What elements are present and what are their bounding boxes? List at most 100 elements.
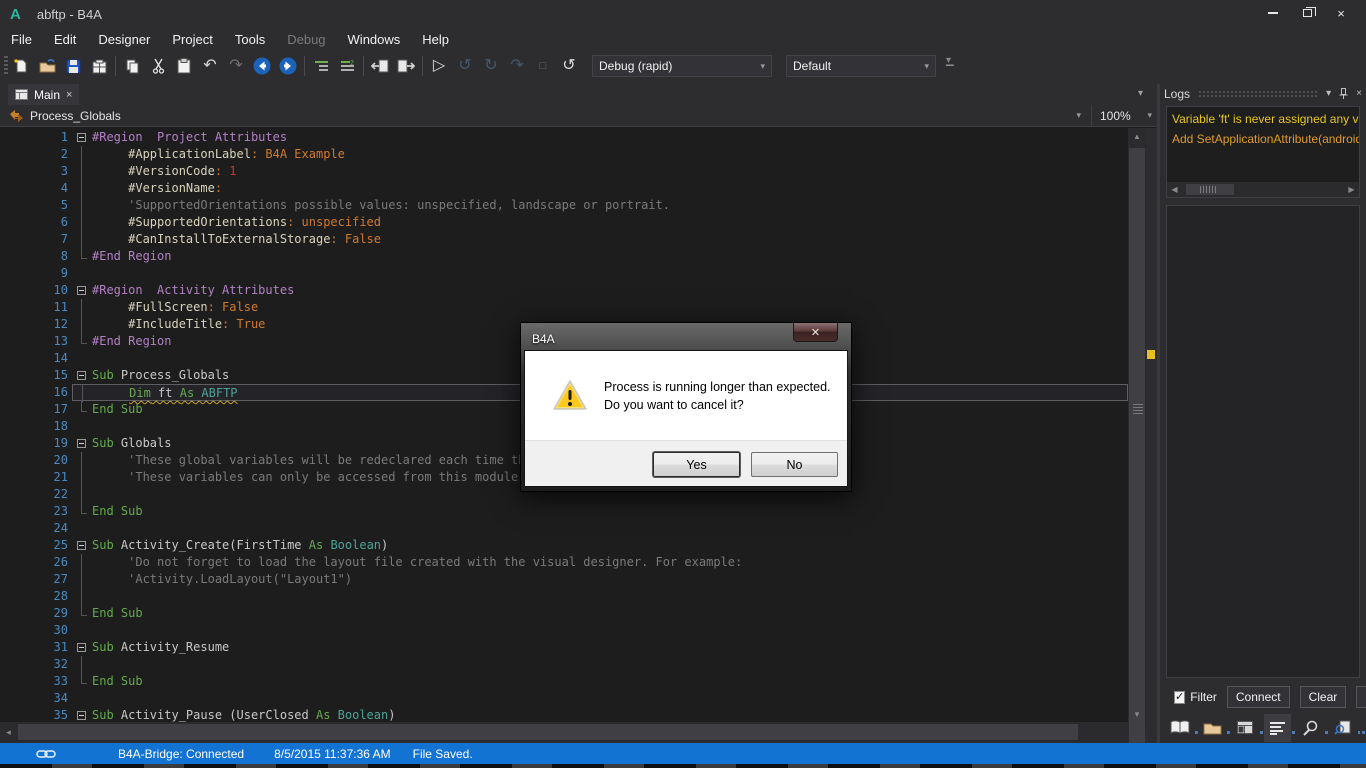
panel-close-icon[interactable]: × [1356, 88, 1362, 99]
run-button[interactable]: ▷ [426, 53, 452, 79]
code-line-2[interactable]: 2 #ApplicationLabel: B4A Example [0, 146, 1128, 163]
build-config-select[interactable]: Default ▾ [786, 55, 936, 77]
no-button[interactable]: No [751, 452, 838, 477]
menu-tools[interactable]: Tools [224, 30, 276, 49]
warning-marker[interactable] [1147, 350, 1155, 359]
fold-collapse-icon[interactable] [72, 435, 92, 452]
code-line-34[interactable]: 34 [0, 690, 1128, 707]
fold-collapse-icon[interactable] [72, 639, 92, 656]
next-module-button[interactable] [393, 53, 419, 79]
code-line-35[interactable]: 35 Sub Activity_Pause (UserClosed As Bool… [0, 707, 1128, 722]
scope-select[interactable]: Process_Globals ▾ [0, 105, 1091, 127]
minimize-button[interactable] [1256, 2, 1290, 24]
code-line-31[interactable]: 31 Sub Activity_Resume [0, 639, 1128, 656]
code-line-3[interactable]: 3 #VersionCode: 1 [0, 163, 1128, 180]
logs-tab[interactable] [1263, 713, 1292, 742]
pin-icon[interactable] [1339, 88, 1348, 99]
fold-collapse-icon[interactable] [72, 129, 92, 146]
code-line-6[interactable]: 6 #SupportedOrientations: unspecified [0, 214, 1128, 231]
package-button[interactable] [86, 53, 112, 79]
cut-button[interactable] [145, 53, 171, 79]
scroll-down-icon[interactable]: ▼ [1128, 706, 1146, 722]
code-line-25[interactable]: 25 Sub Activity_Create(FirstTime As Boole… [0, 537, 1128, 554]
fold-collapse-icon[interactable] [72, 367, 92, 384]
fold-collapse-icon[interactable] [72, 282, 92, 299]
dialog-title-bar[interactable]: B4A ✕ [524, 323, 848, 350]
clear-button[interactable]: Clear [1299, 686, 1347, 708]
code-line-9[interactable]: 9 [0, 265, 1128, 282]
scroll-up-icon[interactable]: ▲ [1128, 128, 1146, 144]
editor-horizontal-scrollbar[interactable]: ◂ [0, 722, 1128, 742]
restart-button[interactable]: ↺ [556, 53, 582, 79]
code-line-32[interactable]: 32 [0, 656, 1128, 673]
code-line-33[interactable]: 33 End Sub [0, 673, 1128, 690]
navigate-forward-button[interactable] [275, 53, 301, 79]
filter-checkbox[interactable]: ✓ [1174, 690, 1186, 704]
uncomment-button[interactable]: 2 [334, 53, 360, 79]
find-tab[interactable] [1296, 714, 1324, 742]
code-line-10[interactable]: 10 #Region Activity Attributes [0, 282, 1128, 299]
fold-collapse-icon[interactable] [72, 537, 92, 554]
scroll-right-icon[interactable]: ▶ [1344, 185, 1359, 194]
copy-button[interactable] [119, 53, 145, 79]
connect-button[interactable]: Connect [1226, 686, 1290, 708]
menu-file[interactable]: File [0, 30, 43, 49]
code-line-26[interactable]: 26 'Do not forget to load the layout fil… [0, 554, 1128, 571]
tab-main[interactable]: Main × [8, 84, 80, 105]
code-line-8[interactable]: 8 #End Region [0, 248, 1128, 265]
save-button[interactable] [60, 53, 86, 79]
menu-help[interactable]: Help [411, 30, 460, 49]
dialog-close-button[interactable]: ✕ [793, 323, 838, 342]
code-line-27[interactable]: 27 'Activity.LoadLayout("Layout1") [0, 571, 1128, 588]
fold-collapse-icon[interactable] [72, 707, 92, 722]
code-line-1[interactable]: 1 #Region Project Attributes [0, 129, 1128, 146]
panel-menu-icon[interactable]: ▾ [1326, 88, 1331, 99]
code-line-24[interactable]: 24 [0, 520, 1128, 537]
navigate-back-button[interactable] [249, 53, 275, 79]
restore-button[interactable] [1290, 2, 1324, 24]
menu-designer[interactable]: Designer [87, 30, 161, 49]
log-output-area[interactable] [1166, 205, 1360, 678]
previous-module-button[interactable] [367, 53, 393, 79]
code-line-11[interactable]: 11 #FullScreen: False [0, 299, 1128, 316]
logs-panel-header[interactable]: Logs ▾ × [1164, 84, 1362, 103]
files-tab[interactable] [1199, 714, 1227, 742]
code-line-4[interactable]: 4 #VersionName: [0, 180, 1128, 197]
step-into-button[interactable]: ↷ [504, 53, 530, 79]
yes-button[interactable]: Yes [653, 452, 740, 477]
resume-button[interactable]: ↺ [452, 53, 478, 79]
toolbar-overflow-icon[interactable]: ▾ ▔ [946, 55, 954, 77]
zoom-select[interactable]: 100% ▾ [1091, 104, 1157, 127]
code-line-5[interactable]: 5 'SupportedOrientations possible values… [0, 197, 1128, 214]
menu-edit[interactable]: Edit [43, 30, 87, 49]
code-line-30[interactable]: 30 [0, 622, 1128, 639]
list-button[interactable]: List [1356, 686, 1366, 708]
tab-close-icon[interactable]: × [66, 89, 72, 101]
close-button[interactable]: × [1324, 2, 1358, 24]
scrollbar-thumb[interactable] [1186, 184, 1234, 195]
modules-tab[interactable] [1231, 714, 1259, 742]
scroll-left-icon[interactable]: ◀ [1167, 185, 1182, 194]
warnings-horizontal-scrollbar[interactable]: ◀ ▶ [1167, 182, 1359, 197]
code-line-23[interactable]: 23 End Sub [0, 503, 1128, 520]
scrollbar-thumb[interactable] [18, 724, 1078, 740]
step-over-button[interactable]: ↻ [478, 53, 504, 79]
open-project-button[interactable] [34, 53, 60, 79]
undo-button[interactable]: ↶ [197, 53, 223, 79]
stop-button[interactable]: □ [530, 53, 556, 79]
new-file-button[interactable] [8, 53, 34, 79]
libraries-tab[interactable] [1166, 714, 1194, 742]
code-line-7[interactable]: 7 #CanInstallToExternalStorage: False [0, 231, 1128, 248]
menu-windows[interactable]: Windows [337, 30, 412, 49]
warning-item-2[interactable]: Add SetApplicationAttribute(android [1172, 132, 1359, 147]
comment-button[interactable] [308, 53, 334, 79]
menu-project[interactable]: Project [161, 30, 223, 49]
debug-mode-select[interactable]: Debug (rapid) ▾ [592, 55, 772, 77]
warnings-list[interactable]: Variable 'ft' is never assigned any valu… [1166, 106, 1360, 198]
warning-item-1[interactable]: Variable 'ft' is never assigned any valu… [1172, 112, 1359, 127]
redo-button[interactable]: ↷ [223, 53, 249, 79]
scroll-left-icon[interactable]: ◂ [0, 722, 17, 742]
tab-list-dropdown-icon[interactable]: ▾ [1138, 88, 1143, 99]
code-line-29[interactable]: 29 End Sub [0, 605, 1128, 622]
editor-vertical-scrollbar[interactable]: ▲ ▼ [1128, 128, 1146, 748]
